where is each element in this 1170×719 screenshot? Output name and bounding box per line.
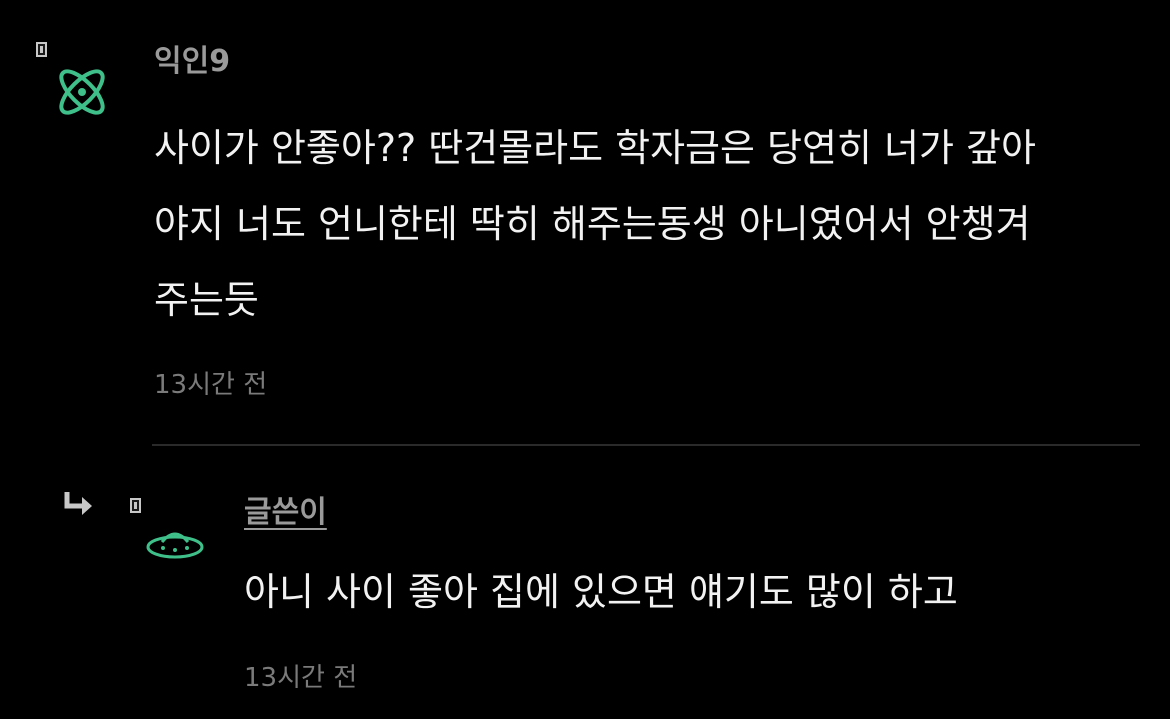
reply-timestamp: 13시간 전 <box>244 663 358 693</box>
comment-text-line: 야지 너도 언니한테 딱히 해주는동생 아니였어서 안챙겨 <box>154 202 1031 246</box>
reply-author[interactable]: 글쓴이 <box>244 498 327 528</box>
badge-icon <box>130 498 141 513</box>
comment-divider <box>152 444 1140 446</box>
reply-text-line: 아니 사이 좋아 집에 있으면 얘기도 많이 하고 <box>244 570 958 614</box>
comment-text-line: 주는듯 <box>154 278 259 322</box>
reply-arrow-icon <box>64 492 92 515</box>
atom-icon <box>59 69 105 115</box>
comment-text-line: 사이가 안좋아?? 딴건몰라도 학자금은 당연히 너가 갚아 <box>154 126 1036 170</box>
comment-timestamp: 13시간 전 <box>154 370 268 400</box>
badge-icon <box>36 42 47 57</box>
comment-text: 사이가 안좋아?? 딴건몰라도 학자금은 당연히 너가 갚아 야지 너도 언니한… <box>154 110 1036 338</box>
ufo-icon <box>146 532 204 559</box>
comment-author[interactable]: 익인9 <box>154 47 230 77</box>
reply-text: 아니 사이 좋아 집에 있으면 얘기도 많이 하고 <box>244 562 958 622</box>
